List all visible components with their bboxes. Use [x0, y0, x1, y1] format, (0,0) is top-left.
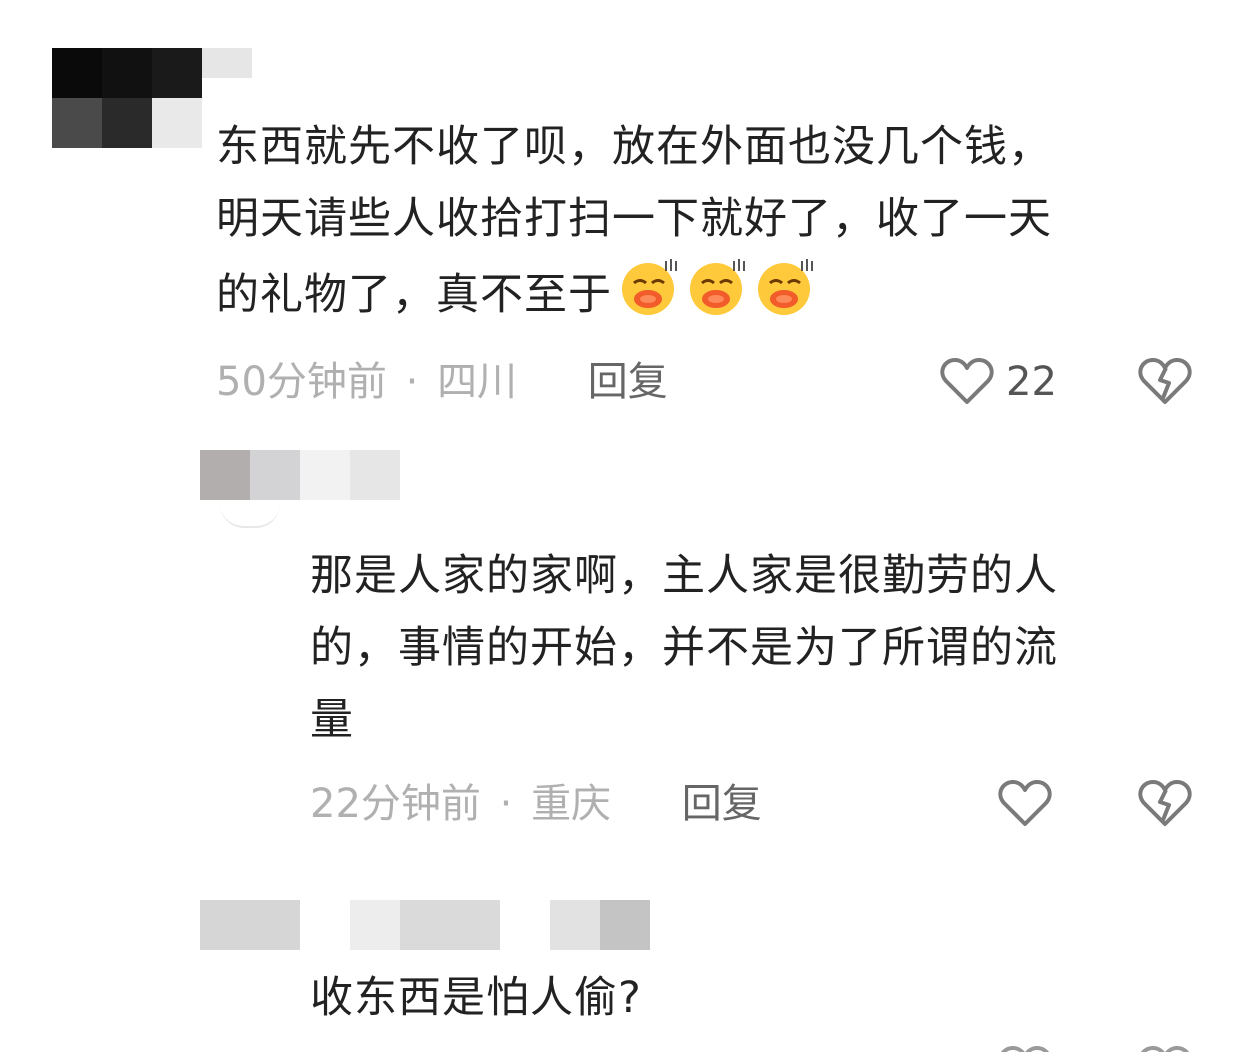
comment-line: 那是人家的家啊，主人家是很勤劳的人 [310, 551, 1058, 601]
dislike-button[interactable] [1138, 778, 1192, 828]
comment-time: 50分钟前 [216, 359, 387, 405]
blushing-kiss-emoji-icon [752, 255, 816, 319]
avatar[interactable] [200, 450, 400, 528]
heart-outline-icon [940, 358, 994, 404]
username[interactable] [200, 900, 650, 950]
comment-text: 收东西是怕人偷? [310, 962, 642, 1034]
comment-line: 量 [310, 695, 354, 745]
comment-text: 那是人家的家啊，主人家是很勤劳的人 的，事情的开始，并不是为了所谓的流 量 [310, 540, 1058, 756]
comment-meta: 22分钟前 · 重庆 回复 [310, 780, 762, 828]
comment-line: 的礼物了，真不至于 [216, 255, 1052, 331]
like-button[interactable] [998, 778, 1052, 828]
reply-button[interactable]: 回复 [682, 781, 762, 827]
broken-heart-icon[interactable] [1138, 1044, 1192, 1052]
comment-location: 四川 [437, 359, 518, 405]
meta-separator: · [405, 359, 419, 405]
comment-line: 明天请些人收拾打扫一下就好了，收了一天 [216, 194, 1052, 244]
comment-line: 收东西是怕人偷? [310, 973, 642, 1023]
heart-outline-icon[interactable] [998, 1044, 1052, 1052]
broken-heart-icon [1138, 358, 1192, 404]
heart-outline-icon [998, 780, 1052, 826]
comment-meta: 50分钟前 · 四川 回复 [216, 358, 668, 406]
like-count: 22 [1006, 359, 1057, 405]
comment-line: 的，事情的开始，并不是为了所谓的流 [310, 623, 1058, 673]
reply-button[interactable]: 回复 [588, 359, 668, 405]
comment-line-text: 的礼物了，真不至于 [216, 270, 612, 320]
broken-heart-icon [1138, 780, 1192, 826]
blushing-kiss-emoji-icon [684, 255, 748, 319]
comment-location: 重庆 [531, 781, 612, 827]
dislike-button[interactable] [1138, 356, 1192, 406]
meta-separator: · [499, 781, 513, 827]
comment-line: 东西就先不收了呗，放在外面也没几个钱， [216, 122, 1052, 172]
comment-text: 东西就先不收了呗，放在外面也没几个钱， 明天请些人收拾打扫一下就好了，收了一天 … [216, 111, 1052, 331]
comment-time: 22分钟前 [310, 781, 481, 827]
like-button[interactable] [940, 356, 994, 406]
blushing-kiss-emoji-icon [616, 255, 680, 319]
